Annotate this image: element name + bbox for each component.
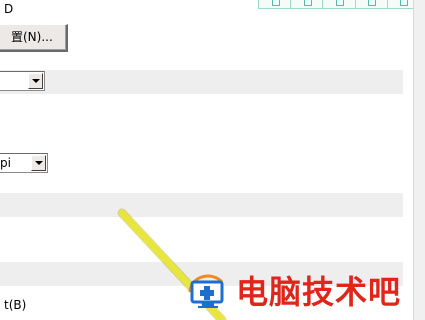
toolbar-button[interactable] (356, 0, 388, 8)
dialog-fragment: D 置(N)... pi t(B) 电脑技术吧 (0, 0, 425, 320)
toolbar-button[interactable] (291, 0, 324, 8)
chevron-down-icon[interactable] (28, 73, 43, 89)
toolbar-button[interactable] (323, 0, 356, 8)
resolution-dropdown[interactable]: pi (0, 153, 48, 173)
chevron-down-icon[interactable] (31, 155, 46, 171)
grey-band (0, 193, 403, 217)
settings-button[interactable]: 置(N)... (0, 24, 68, 52)
watermark-text: 电脑技术吧 (236, 273, 402, 311)
toolbar-button[interactable] (259, 0, 292, 8)
grey-band (0, 70, 403, 94)
vertical-scrollbar[interactable] (413, 0, 425, 320)
watermark-logo: 电脑技术吧 (186, 270, 401, 314)
top-toolbar (258, 0, 420, 9)
clipped-label-bottom: t(B) (4, 298, 27, 312)
clipped-label-top: D (4, 2, 14, 16)
dropdown-select[interactable] (0, 71, 45, 91)
dropdown-value: pi (0, 156, 11, 170)
monitor-plus-icon (188, 274, 224, 308)
